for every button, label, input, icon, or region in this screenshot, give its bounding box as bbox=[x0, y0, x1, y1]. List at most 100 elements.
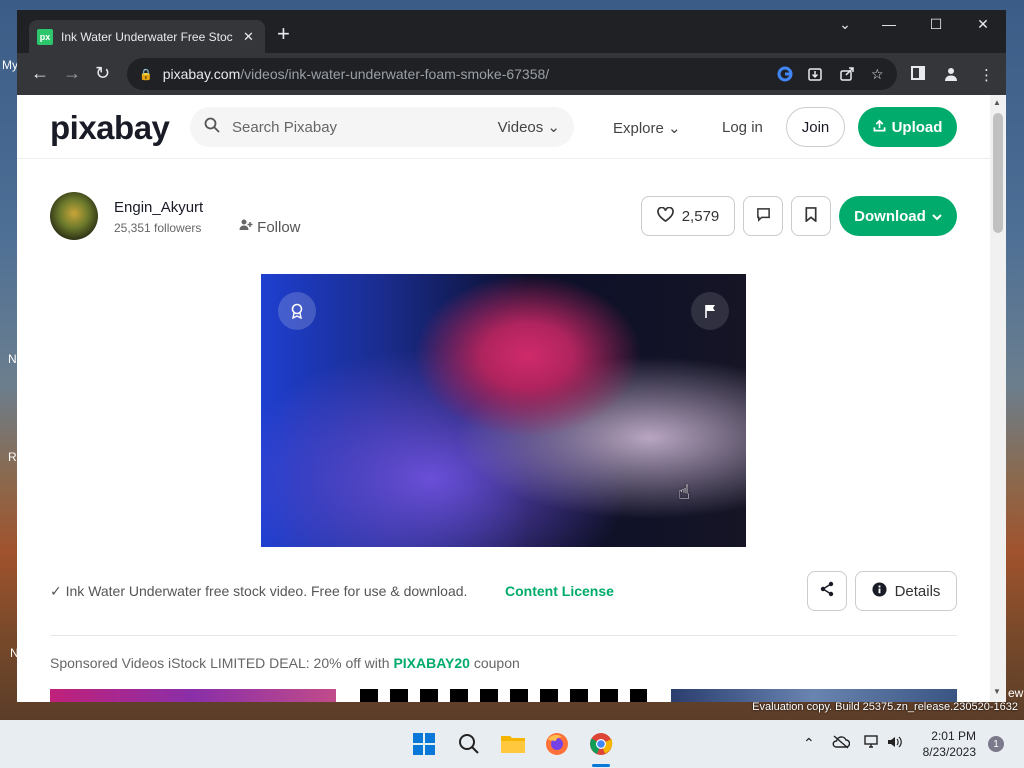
share-icon bbox=[819, 581, 835, 602]
start-windows-icon[interactable] bbox=[410, 730, 438, 758]
avatar[interactable] bbox=[50, 192, 98, 240]
chrome-icon[interactable] bbox=[587, 730, 615, 758]
author-name[interactable]: Engin_Akyurt bbox=[114, 199, 203, 216]
network-icon[interactable] bbox=[864, 735, 880, 752]
desktop-label-n1: N bbox=[8, 352, 17, 366]
lock-icon[interactable]: 🔒 bbox=[139, 68, 153, 81]
sponsored-text: Sponsored Videos iStock LIMITED DEAL: 20… bbox=[50, 655, 394, 671]
forward-button[interactable]: → bbox=[63, 63, 81, 83]
clock-time: 2:01 PM bbox=[931, 729, 976, 743]
join-button[interactable]: Join bbox=[786, 107, 845, 147]
details-button[interactable]: Details bbox=[855, 571, 957, 611]
hand-cursor-icon: ☝ bbox=[678, 482, 691, 504]
share-page-icon[interactable] bbox=[839, 66, 855, 85]
url-host: pixabay.com bbox=[162, 66, 241, 82]
scrollbar-thumb[interactable] bbox=[993, 113, 1003, 233]
volume-icon[interactable] bbox=[887, 735, 903, 752]
pixabay-logo[interactable]: pixabay bbox=[50, 109, 170, 147]
tab-title: Ink Water Underwater Free Stock bbox=[61, 29, 233, 44]
search-input[interactable] bbox=[232, 118, 482, 136]
check-icon: ✓ bbox=[50, 583, 62, 599]
search-icon[interactable] bbox=[204, 117, 220, 138]
url-path: /videos/ink-water-underwater-foam-smoke-… bbox=[240, 66, 550, 82]
follow-button[interactable]: Follow bbox=[239, 218, 301, 236]
login-link[interactable]: Log in bbox=[722, 119, 763, 136]
sponsored-video-thumbnail[interactable] bbox=[50, 689, 336, 702]
coupon-code: PIXABAY20 bbox=[393, 655, 470, 671]
sponsored-banner: Sponsored Videos iStock LIMITED DEAL: 20… bbox=[50, 655, 520, 671]
clock-date: 8/23/2023 bbox=[922, 745, 976, 759]
cloud-offline-icon[interactable] bbox=[832, 735, 851, 752]
report-flag-icon[interactable] bbox=[691, 292, 729, 330]
explore-menu[interactable]: Explore ⌄ bbox=[613, 119, 681, 137]
desktop-label-ew: ew bbox=[1008, 686, 1024, 700]
chevron-down-icon: ⌄ bbox=[668, 120, 681, 137]
summary-text: Ink Water Underwater free stock video. F… bbox=[65, 583, 468, 599]
evaluation-watermark: Evaluation copy. Build 25375.zn_release.… bbox=[752, 701, 1018, 713]
video-player[interactable]: ☝ bbox=[261, 274, 746, 547]
page-scrollbar[interactable]: ▲ ▼ bbox=[990, 95, 1006, 702]
tab-close-icon[interactable]: ✕ bbox=[243, 29, 254, 45]
content-license-link[interactable]: Content License bbox=[505, 583, 614, 599]
upload-label: Upload bbox=[891, 118, 943, 136]
download-button[interactable]: Download bbox=[839, 196, 957, 236]
maximize-button[interactable]: ☐ bbox=[921, 16, 951, 33]
side-panel-icon[interactable] bbox=[911, 66, 925, 84]
bookmark-button[interactable] bbox=[791, 196, 831, 236]
scroll-up-icon[interactable]: ▲ bbox=[993, 98, 1001, 107]
file-explorer-icon[interactable] bbox=[499, 730, 527, 758]
tab-strip: px Ink Water Underwater Free Stock ✕ + ⌄… bbox=[17, 10, 1006, 53]
close-window-button[interactable]: ✕ bbox=[968, 16, 998, 33]
search-icon[interactable] bbox=[455, 730, 483, 758]
award-badge-icon[interactable] bbox=[278, 292, 316, 330]
share-button[interactable] bbox=[807, 571, 847, 611]
firefox-icon[interactable] bbox=[543, 730, 571, 758]
scroll-down-icon[interactable]: ▼ bbox=[993, 687, 1001, 696]
new-tab-button[interactable]: + bbox=[277, 23, 290, 45]
explore-label: Explore bbox=[613, 120, 664, 137]
profile-icon[interactable] bbox=[943, 66, 959, 86]
tab-search-icon[interactable]: ⌄ bbox=[830, 16, 860, 33]
minimize-button[interactable]: — bbox=[874, 16, 904, 32]
add-user-icon bbox=[239, 219, 257, 236]
media-type-label: Videos bbox=[497, 119, 544, 136]
desktop-label-r: R bbox=[8, 450, 17, 464]
info-icon bbox=[872, 581, 887, 601]
like-count: 2,579 bbox=[681, 207, 720, 225]
sponsored-video-thumbnail[interactable] bbox=[360, 689, 647, 702]
back-button[interactable]: ← bbox=[31, 63, 49, 83]
upload-button[interactable]: Upload bbox=[858, 107, 957, 147]
install-app-icon[interactable] bbox=[807, 66, 823, 85]
media-summary: ✓ Ink Water Underwater free stock video.… bbox=[50, 583, 467, 600]
search-bar: Videos ⌄ bbox=[190, 107, 574, 147]
bookmark-icon bbox=[805, 206, 817, 226]
follow-label: Follow bbox=[257, 219, 301, 236]
author-followers: 25,351 followers bbox=[114, 221, 202, 235]
address-bar[interactable]: 🔒 pixabay.com/videos/ink-water-underwate… bbox=[127, 58, 897, 90]
notification-badge[interactable]: 1 bbox=[988, 736, 1004, 752]
comment-button[interactable] bbox=[743, 196, 783, 236]
taskbar-clock[interactable]: 2:01 PM 8/23/2023 bbox=[912, 728, 976, 760]
media-type-select[interactable]: Videos ⌄ bbox=[498, 118, 560, 136]
chevron-down-icon bbox=[932, 208, 942, 225]
sponsored-suffix: coupon bbox=[469, 655, 520, 671]
heart-icon bbox=[656, 206, 674, 226]
chevron-down-icon: ⌄ bbox=[547, 119, 560, 136]
windows-taskbar: ⌃ 2:01 PM 8/23/2023 1 bbox=[0, 720, 1024, 768]
menu-kebab-icon[interactable]: ⋮ bbox=[979, 66, 994, 84]
chevron-up-icon[interactable]: ⌃ bbox=[803, 735, 815, 752]
like-button[interactable]: 2,579 bbox=[641, 196, 735, 236]
desktop-label-my: My bbox=[2, 58, 18, 72]
details-label: Details bbox=[894, 582, 941, 600]
divider bbox=[50, 635, 957, 636]
browser-toolbar: ← → ↻ 🔒 pixabay.com/videos/ink-water-und… bbox=[17, 53, 1006, 95]
google-icon[interactable] bbox=[777, 66, 793, 85]
sponsored-video-thumbnail[interactable] bbox=[671, 689, 957, 702]
upload-icon bbox=[873, 119, 886, 136]
browser-tab[interactable]: px Ink Water Underwater Free Stock ✕ bbox=[29, 20, 265, 53]
download-label: Download bbox=[854, 207, 926, 225]
pixabay-page: pixabay Videos ⌄ Explore ⌄ Log in Join U… bbox=[17, 95, 990, 702]
pixabay-favicon-icon: px bbox=[37, 28, 53, 45]
bookmark-star-icon[interactable]: ☆ bbox=[871, 66, 884, 83]
reload-button[interactable]: ↻ bbox=[95, 63, 110, 83]
